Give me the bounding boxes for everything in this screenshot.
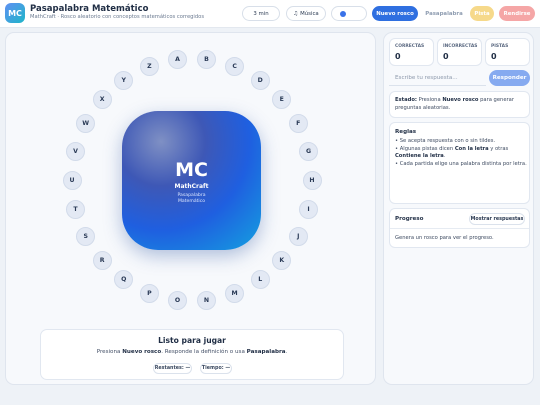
progress-text: Genera un rosco para ver el progreso. <box>395 235 494 241</box>
rosco-letter-v: V <box>66 141 85 161</box>
rules-card: Reglas • Se acepta respuesta con o sin t… <box>389 122 530 204</box>
side-panel: CORRECTAS 0 INCORRECTAS 0 PISTAS 0 Respo… <box>383 32 534 385</box>
app-subtitle: MathCraft · Rosco aleatorio con concepto… <box>30 14 205 20</box>
music-button-label: Música <box>300 10 319 17</box>
time-select[interactable]: 3 min <box>242 6 280 21</box>
rosco-letter-t: T <box>66 199 85 219</box>
rosco-letter-a: A <box>168 50 187 70</box>
rule-item: • Se acepta respuesta con o sin tildes. <box>395 138 496 144</box>
rosco-letter-i: I <box>299 199 318 219</box>
app-header: MC Pasapalabra Matemático MathCraft · Ro… <box>0 0 540 28</box>
status-text: Presiona Nuevo rosco. Responde la defini… <box>96 349 288 355</box>
correct-count-label: CORRECTAS <box>395 44 425 49</box>
rosco-letter-z: Z <box>139 57 159 77</box>
center-subtitle-line2: Matemático <box>177 199 206 205</box>
incorrect-count-value: 0 <box>443 52 449 61</box>
rule-item: • Cada partida elige una palabra distint… <box>395 160 527 167</box>
answer-input[interactable] <box>389 70 486 86</box>
time-select-label: 3 min <box>253 10 269 17</box>
give-up-button[interactable]: Rendirse <box>499 6 535 21</box>
rosco-letter-c: C <box>225 57 245 77</box>
center-subtitle: Pasapalabra Matemático <box>122 193 261 205</box>
rosco-letter-j: J <box>288 226 308 246</box>
time-chip: Tiempo: — <box>200 363 232 374</box>
rosco-letter-s: S <box>76 226 96 246</box>
rosco-letter-h: H <box>302 170 322 190</box>
rosco-letter-d: D <box>250 70 270 90</box>
correct-count-card: CORRECTAS 0 <box>389 38 434 66</box>
hints-count-card: PISTAS 0 <box>485 38 530 66</box>
rosco-letter-w: W <box>76 114 96 134</box>
estado-text: Estado: Presiona Nuevo rosco para genera… <box>395 97 514 111</box>
app-title: Pasapalabra Matemático <box>30 4 149 14</box>
game-panel: ABCDEFGHIJKLMNOPQRSTUVWXYZ MC MathCraft … <box>5 32 376 385</box>
rosco-letter-p: P <box>139 283 159 303</box>
correct-count-value: 0 <box>395 52 401 61</box>
status-title: Listo para jugar <box>158 336 226 345</box>
progress-title: Progreso <box>395 216 424 222</box>
rosco-letter-q: Q <box>114 270 134 290</box>
center-logo-tile: MC MathCraft Pasapalabra Matemático <box>122 111 261 250</box>
rosco-letter-u: U <box>62 170 82 190</box>
rules-list: • Se acepta respuesta con o sin tildes. … <box>395 138 527 168</box>
center-name: MathCraft <box>174 183 209 190</box>
rosco-letter-m: M <box>225 283 245 303</box>
rosco-letter-x: X <box>92 90 112 110</box>
incorrect-count-card: INCORRECTAS 0 <box>437 38 482 66</box>
pasapalabra-button[interactable]: Pasapalabra <box>422 6 466 21</box>
rosco-letter-y: Y <box>114 70 134 90</box>
show-answers-button[interactable]: Mostrar respuestas <box>469 213 525 225</box>
hint-button[interactable]: Pista <box>470 6 494 21</box>
rosco-letter-l: L <box>250 270 270 290</box>
app-logo: MC <box>5 3 25 23</box>
rosco-letter-n: N <box>197 290 216 310</box>
rosco-letter-f: F <box>288 114 308 134</box>
rosco-letter-b: B <box>197 50 216 70</box>
music-toggle[interactable] <box>331 6 367 21</box>
incorrect-count-label: INCORRECTAS <box>443 44 478 49</box>
center-initials: MC <box>175 159 208 181</box>
rosco-letter-e: E <box>272 90 292 110</box>
rosco-letter-o: O <box>168 290 187 310</box>
progress-card: Progreso Mostrar respuestas Genera un ro… <box>389 208 530 248</box>
music-button[interactable]: ♫ Música <box>286 6 326 21</box>
answer-button[interactable]: Responder <box>489 70 530 86</box>
rosco-letter-r: R <box>92 250 112 270</box>
rosco-letter-k: K <box>272 250 292 270</box>
new-rosco-button[interactable]: Nuevo rosco <box>372 6 418 21</box>
progress-header: Progreso Mostrar respuestas <box>390 209 529 229</box>
music-toggle-knob <box>340 11 346 17</box>
music-note-icon: ♫ <box>293 10 299 17</box>
remaining-chip: Restantes: — <box>153 363 192 374</box>
rosco-letter-g: G <box>299 141 318 161</box>
rules-title: Reglas <box>395 129 417 135</box>
estado-card: Estado: Presiona Nuevo rosco para genera… <box>389 91 530 118</box>
hints-count-label: PISTAS <box>491 44 509 49</box>
status-card: Listo para jugar Presiona Nuevo rosco. R… <box>40 329 344 380</box>
hints-count-value: 0 <box>491 52 497 61</box>
rule-item: • Algunas pistas dicen Con la letra y ot… <box>395 145 509 160</box>
